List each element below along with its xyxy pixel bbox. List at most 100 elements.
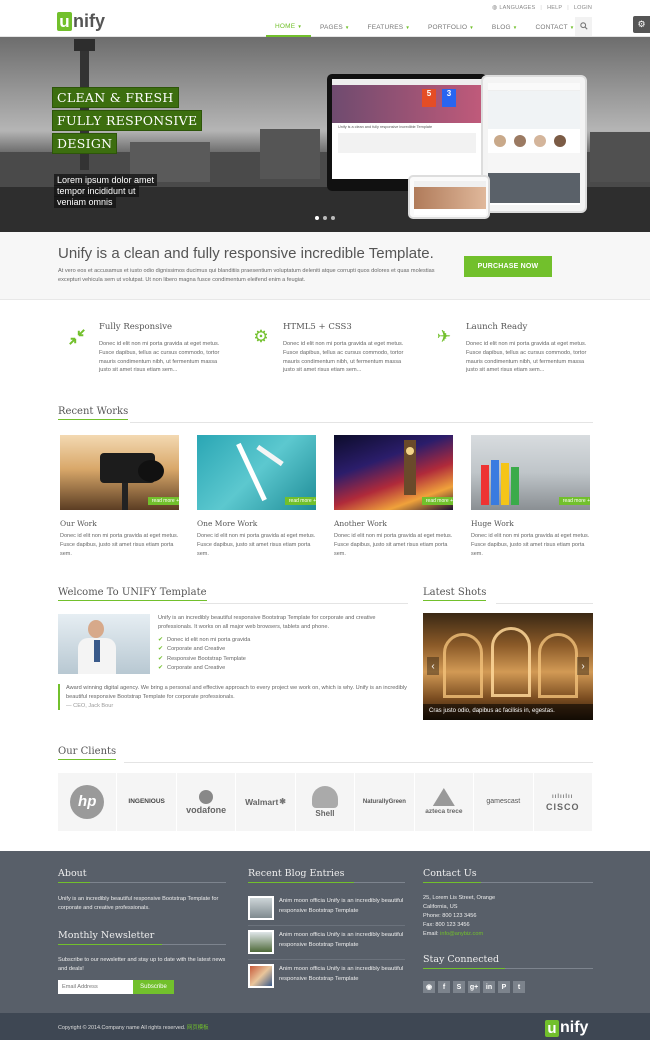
- help-link[interactable]: HELP: [547, 5, 562, 11]
- blog-thumbnail: [248, 964, 274, 988]
- work-title[interactable]: Huge Work: [471, 519, 514, 528]
- welcome-heading: Welcome To UNIFY Template: [58, 587, 207, 601]
- client-logo-azteca[interactable]: azteca trece: [415, 773, 475, 831]
- client-logo-vodafone[interactable]: vodafone: [177, 773, 237, 831]
- pinterest-icon[interactable]: P: [498, 981, 510, 993]
- read-more-button[interactable]: read more +: [421, 497, 453, 505]
- hero-caption-1: CLEAN & FRESH: [52, 87, 179, 108]
- client-logo-naturallygreen[interactable]: NaturallyGreen: [355, 773, 415, 831]
- checklist-item: ✔ Corporate and Creative: [158, 664, 250, 673]
- latest-shots-heading: Latest Shots: [423, 587, 487, 601]
- recent-works-heading: Recent Works: [58, 406, 129, 420]
- linkedin-icon[interactable]: in: [483, 981, 495, 993]
- footer-logo[interactable]: u nify: [545, 1019, 588, 1037]
- slider-dot-2[interactable]: [323, 216, 327, 220]
- copyright-link[interactable]: 网页模板: [187, 1025, 209, 1031]
- blog-entry[interactable]: Anim moon officia Unify is an incredibly…: [248, 896, 408, 922]
- welcome-text: Unify is an incredibly beautiful respons…: [158, 615, 376, 630]
- footer-blog-heading: Recent Blog Entries: [248, 868, 345, 879]
- desktop-mockup: 5 3 Unify is a clean and fully responsiv…: [327, 74, 487, 191]
- phone-mockup: [408, 175, 490, 219]
- nav-item-home[interactable]: HOME ▼: [266, 17, 311, 37]
- compress-arrows-icon: [66, 326, 88, 348]
- main-nav: HOME ▼ PAGES ▼ FEATURES ▼ PORTFOLIO ▼ BLOG ▼ …: [266, 17, 583, 37]
- work-image[interactable]: read more +: [471, 435, 590, 510]
- work-title[interactable]: Another Work: [334, 519, 387, 528]
- google-plus-icon[interactable]: g+: [468, 981, 480, 993]
- nav-item-portfolio[interactable]: PORTFOLIO ▼: [419, 17, 483, 37]
- site-logo[interactable]: u nify: [57, 10, 105, 32]
- latest-shots-carousel[interactable]: ‹ › Cras justo odio, dapibus ac facilisi…: [423, 613, 593, 720]
- caret-down-icon: ▼: [569, 24, 575, 30]
- work-title[interactable]: One More Work: [197, 519, 257, 528]
- feature-text: Donec id elit non mi porta gravida at eg…: [466, 341, 587, 374]
- twitter-icon[interactable]: t: [513, 981, 525, 993]
- client-logo-walmart[interactable]: Walmart ✱: [236, 773, 296, 831]
- footer-contact-heading: Contact Us: [423, 868, 477, 879]
- facebook-icon[interactable]: f: [438, 981, 450, 993]
- blog-entry[interactable]: Anim moon officia Unify is an incredibly…: [248, 930, 408, 956]
- login-link[interactable]: LOGIN: [574, 5, 592, 11]
- clients-logos: hp INGENIOUS vodafone Walmart ✱ Shell Nat…: [58, 773, 593, 831]
- rss-icon[interactable]: ◉: [423, 981, 435, 993]
- client-logo-cisco[interactable]: ıılıılıı CISCO: [534, 773, 593, 831]
- client-logo-shell[interactable]: Shell: [296, 773, 356, 831]
- work-image[interactable]: read more +: [334, 435, 453, 510]
- nav-item-pages[interactable]: PAGES ▼: [311, 17, 359, 37]
- quote-author: — CEO, Jack Bour: [66, 702, 114, 709]
- check-icon: ✔: [158, 646, 164, 653]
- blog-thumbnail: [248, 896, 274, 920]
- feature-checklist: ✔ Donec id elit non mi porta gravida ✔ Cor…: [158, 636, 250, 674]
- work-image[interactable]: read more +: [197, 435, 316, 510]
- slider-dot-1[interactable]: [315, 216, 319, 220]
- work-image[interactable]: read more +: [60, 435, 179, 510]
- footer-about-text: Unify is an incredibly beautiful respons…: [58, 896, 219, 911]
- checklist-item: ✔ Donec id elit non mi porta gravida: [158, 636, 250, 645]
- nav-item-blog[interactable]: BLOG ▼: [483, 17, 527, 37]
- top-bar: ◍ LANGUAGES | HELP | LOGIN: [491, 4, 592, 12]
- search-button[interactable]: [575, 17, 592, 36]
- cisco-bars-icon: ıılıılıı: [552, 794, 574, 800]
- check-icon: ✔: [158, 665, 164, 672]
- feature-title: Fully Responsive: [99, 322, 173, 332]
- copyright-text: Copyright © 2014.Company name All rights…: [58, 1025, 209, 1031]
- carousel-caption: Cras justo odio, dapibus ac facilisis in…: [423, 704, 593, 720]
- contact-email-link[interactable]: info@anybiz.com: [440, 931, 483, 937]
- skype-icon[interactable]: S: [453, 981, 465, 993]
- checklist-item: ✔ Responsive Bootstrap Template: [158, 655, 250, 664]
- hero-slider: 5 3 Unify is a clean and fully responsiv…: [0, 37, 650, 232]
- spark-icon: ✱: [279, 797, 286, 806]
- purchase-block: Unify is a clean and fully responsive in…: [0, 232, 650, 300]
- blog-thumbnail: [248, 930, 274, 954]
- work-title[interactable]: Our Work: [60, 519, 97, 528]
- caret-down-icon: ▼: [405, 24, 410, 30]
- nav-item-features[interactable]: FEATURES ▼: [359, 17, 419, 37]
- read-more-button[interactable]: read more +: [558, 497, 590, 505]
- footer-stay-heading: Stay Connected: [423, 954, 500, 965]
- style-switcher-button[interactable]: ⚙: [633, 16, 650, 33]
- client-logo-ingenious[interactable]: INGENIOUS: [117, 773, 177, 831]
- plane-icon: ✈: [436, 327, 452, 346]
- purchase-now-button[interactable]: PURCHASE NOW: [464, 256, 552, 277]
- read-more-button[interactable]: read more +: [284, 497, 316, 505]
- newsletter-email-input[interactable]: [58, 980, 133, 994]
- carousel-prev-button[interactable]: ‹: [427, 657, 439, 675]
- site-header: u nify ◍ LANGUAGES | HELP | LOGIN HOME ▼ P…: [0, 0, 650, 37]
- client-logo-hp[interactable]: hp: [58, 773, 118, 831]
- slider-dot-3[interactable]: [331, 216, 335, 220]
- gear-icon: ⚙: [637, 19, 646, 29]
- ceo-photo: [58, 614, 150, 674]
- client-logo-gamescast[interactable]: gamescast: [474, 773, 534, 831]
- check-icon: ✔: [158, 655, 164, 662]
- feature-text: Donec id elit non mi porta gravida at eg…: [283, 341, 404, 374]
- globe-icon: ◍: [491, 5, 498, 11]
- caret-down-icon: ▼: [512, 24, 518, 30]
- caret-down-icon: ▼: [297, 23, 302, 29]
- blog-entry[interactable]: Anim moon officia Unify is an incredibly…: [248, 964, 408, 990]
- subscribe-button[interactable]: Subscribe: [133, 980, 174, 994]
- tablet-mockup: [481, 75, 587, 213]
- hero-subtext-3: veniam omnis: [54, 196, 116, 208]
- languages-link[interactable]: LANGUAGES: [499, 5, 535, 11]
- read-more-button[interactable]: read more +: [147, 497, 179, 505]
- carousel-next-button[interactable]: ›: [577, 657, 589, 675]
